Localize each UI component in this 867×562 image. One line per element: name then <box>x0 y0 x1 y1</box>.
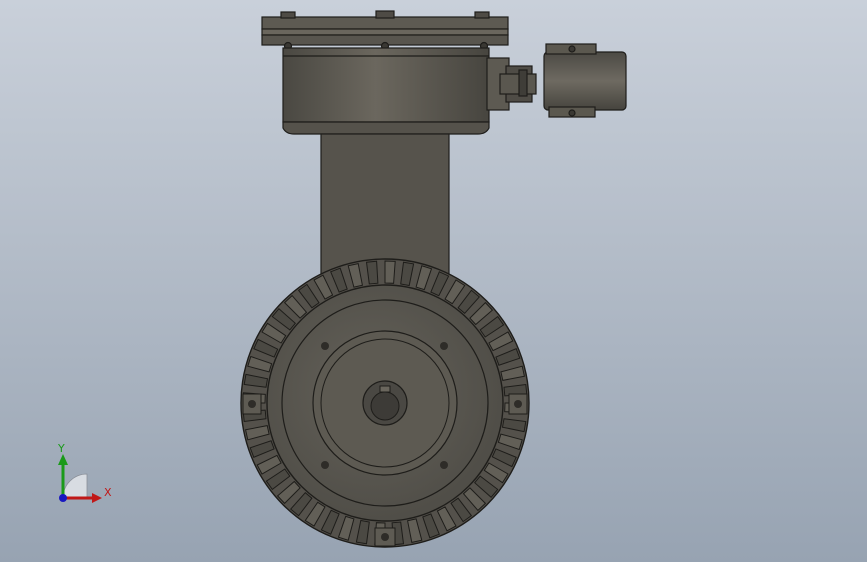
top-cover[interactable] <box>261 10 509 51</box>
graphics-viewport[interactable]: Y X <box>0 0 867 562</box>
side-motor[interactable] <box>486 43 627 118</box>
y-axis-arrowhead <box>58 454 68 465</box>
y-axis-label: Y <box>57 442 65 455</box>
reference-triad: Y X <box>57 442 112 503</box>
ribbed-drum[interactable] <box>240 258 530 548</box>
drum-rib <box>384 260 396 284</box>
gearbox-3d-model[interactable] <box>0 0 867 562</box>
x-axis-arrowhead <box>92 493 102 503</box>
triad-plane-indicator <box>62 473 88 499</box>
z-axis-dot <box>59 494 67 502</box>
gear-housing[interactable] <box>282 47 490 135</box>
x-axis-label: X <box>104 486 112 499</box>
